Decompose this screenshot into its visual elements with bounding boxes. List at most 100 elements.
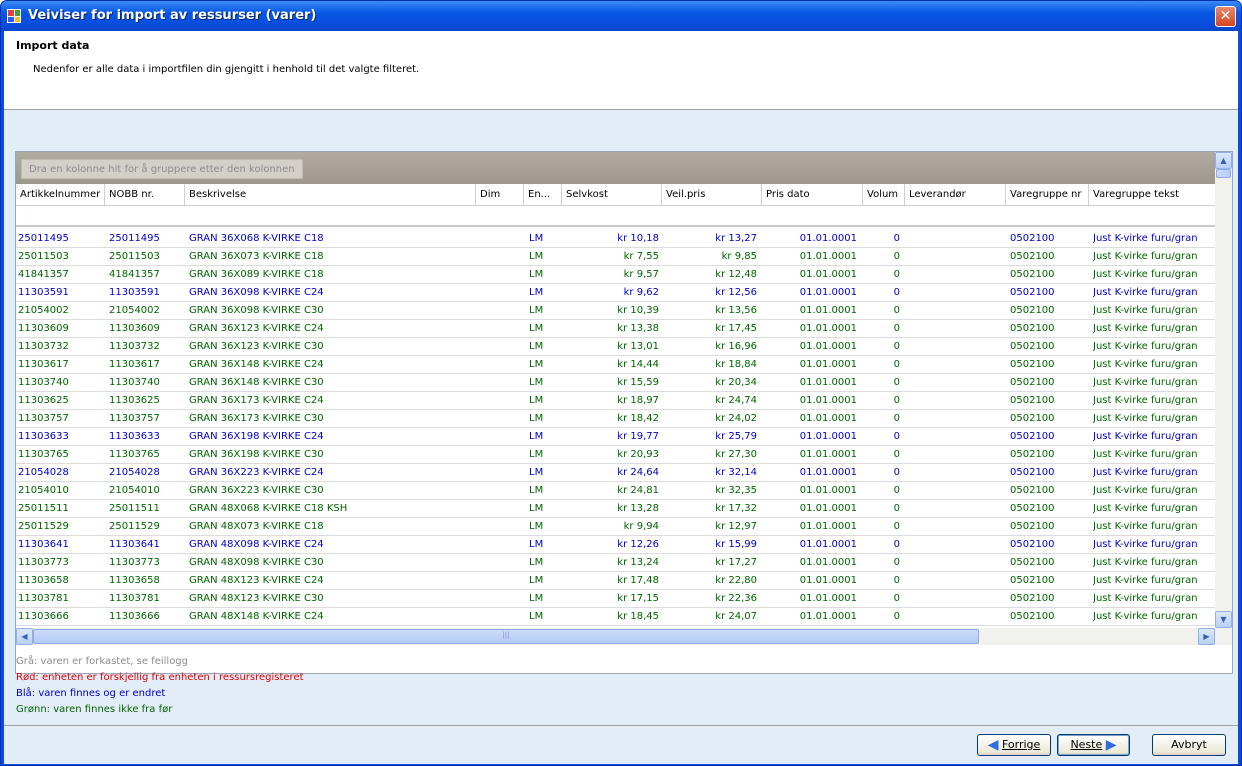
table-row[interactable]: 11303633 11303633 GRAN 36X198 K-VIRKE C24 L… <box>16 428 1215 446</box>
column-header[interactable]: Volum <box>863 184 905 206</box>
vertical-scroll-thumb[interactable] <box>1216 169 1231 178</box>
filter-row[interactable] <box>16 206 1215 227</box>
cell-prisdato: 01.01.0001 <box>799 521 857 532</box>
cell-varegruppe-nr: 0502100 <box>1010 287 1055 298</box>
table-row[interactable]: 21054002 21054002 GRAN 36X098 K-VIRKE C30 L… <box>16 302 1215 320</box>
table-row[interactable]: 11303658 11303658 GRAN 48X123 K-VIRKE C24 L… <box>16 572 1215 590</box>
table-row[interactable]: 25011529 25011529 GRAN 48X073 K-VIRKE C18 L… <box>16 518 1215 536</box>
table-row[interactable]: 11303773 11303773 GRAN 48X098 K-VIRKE C30 L… <box>16 554 1215 572</box>
cell-veilpris: kr 12,97 <box>715 521 757 532</box>
cell-volum: 0 <box>893 233 900 244</box>
cell-enhet: LM <box>529 539 544 550</box>
cell-beskrivelse: GRAN 48X068 K-VIRKE C18 KSH <box>189 503 348 514</box>
cell-veilpris: kr 12,56 <box>715 287 757 298</box>
cell-beskrivelse: GRAN 36X148 K-VIRKE C30 <box>189 377 324 388</box>
table-row[interactable]: 21054010 21054010 GRAN 36X223 K-VIRKE C30 L… <box>16 482 1215 500</box>
scroll-down-icon[interactable]: ▼ <box>1215 611 1232 628</box>
cell-selvkost: kr 13,24 <box>617 557 659 568</box>
column-header[interactable]: Leverandør <box>905 184 1006 206</box>
table-row[interactable]: 11303591 11303591 GRAN 36X098 K-VIRKE C24 L… <box>16 284 1215 302</box>
cell-veilpris: kr 22,36 <box>715 593 757 604</box>
column-header[interactable]: Varegruppe nr <box>1006 184 1089 206</box>
table-row[interactable]: 11303732 11303732 GRAN 36X123 K-VIRKE C30 L… <box>16 338 1215 356</box>
title-bar[interactable]: Veiviser for import av ressurser (varer)… <box>1 1 1241 31</box>
page-description: Nedenfor er alle data i importfilen din … <box>33 64 420 75</box>
cell-beskrivelse: GRAN 36X198 K-VIRKE C24 <box>189 431 324 442</box>
table-row[interactable]: 11303666 11303666 GRAN 48X148 K-VIRKE C24 L… <box>16 608 1215 626</box>
scroll-right-icon[interactable]: ▶ <box>1198 628 1215 645</box>
cell-selvkost: kr 19,77 <box>617 431 659 442</box>
table-row[interactable]: 11303609 11303609 GRAN 36X123 K-VIRKE C24 L… <box>16 320 1215 338</box>
cell-volum: 0 <box>893 377 900 388</box>
vertical-scrollbar[interactable]: ▲ ▼ <box>1215 152 1232 628</box>
scroll-left-icon[interactable]: ◀ <box>16 628 33 645</box>
column-header[interactable]: NOBB nr. <box>105 184 185 206</box>
table-row[interactable]: 11303765 11303765 GRAN 36X198 K-VIRKE C30 L… <box>16 446 1215 464</box>
horizontal-scroll-thumb[interactable]: ||| <box>33 629 979 644</box>
cell-selvkost: kr 15,59 <box>617 377 659 388</box>
cell-selvkost: kr 18,42 <box>617 413 659 424</box>
table-row[interactable]: 11303781 11303781 GRAN 48X123 K-VIRKE C30 L… <box>16 590 1215 608</box>
table-row[interactable]: 41841357 41841357 GRAN 36X089 K-VIRKE C18 L… <box>16 266 1215 284</box>
cell-enhet: LM <box>529 557 544 568</box>
cell-beskrivelse: GRAN 48X148 K-VIRKE C24 <box>189 611 324 622</box>
cell-selvkost: kr 18,97 <box>617 395 659 406</box>
cancel-button[interactable]: Avbryt <box>1152 734 1226 756</box>
table-row[interactable]: 25011511 25011511 GRAN 48X068 K-VIRKE C18 … <box>16 500 1215 518</box>
cell-artikkelnummer: 25011529 <box>18 521 69 532</box>
table-row[interactable]: 11303617 11303617 GRAN 36X148 K-VIRKE C24 L… <box>16 356 1215 374</box>
cell-nobb: 25011511 <box>109 503 160 514</box>
cell-veilpris: kr 22,80 <box>715 575 757 586</box>
table-row[interactable]: 11303641 11303641 GRAN 48X098 K-VIRKE C24 L… <box>16 536 1215 554</box>
group-by-panel[interactable]: Dra en kolonne hit for å gruppere etter … <box>16 152 1215 184</box>
close-icon[interactable]: ✕ <box>1215 6 1236 27</box>
scroll-up-icon[interactable]: ▲ <box>1215 152 1232 169</box>
table-row[interactable]: 11303757 11303757 GRAN 36X173 K-VIRKE C30 L… <box>16 410 1215 428</box>
cell-volum: 0 <box>893 503 900 514</box>
cell-varegruppe-nr: 0502100 <box>1010 377 1055 388</box>
column-header[interactable]: Beskrivelse <box>185 184 476 206</box>
cell-varegruppe-tekst: Just K-virke furu/gran <box>1093 503 1198 514</box>
app-icon <box>7 9 21 23</box>
horizontal-scrollbar[interactable]: ◀ ||| ▶ <box>16 628 1215 645</box>
footer-divider <box>4 725 1238 726</box>
table-row[interactable]: 21054028 21054028 GRAN 36X223 K-VIRKE C24 L… <box>16 464 1215 482</box>
column-header[interactable]: Dim <box>476 184 524 206</box>
cell-volum: 0 <box>893 575 900 586</box>
cell-artikkelnummer: 21054010 <box>18 485 69 496</box>
cell-varegruppe-nr: 0502100 <box>1010 323 1055 334</box>
cell-varegruppe-nr: 0502100 <box>1010 395 1055 406</box>
column-header[interactable]: Veil.pris <box>662 184 762 206</box>
table-row[interactable]: 11303625 11303625 GRAN 36X173 K-VIRKE C24 L… <box>16 392 1215 410</box>
column-header[interactable]: Selvkost <box>562 184 662 206</box>
cell-volum: 0 <box>893 323 900 334</box>
column-header[interactable]: En... <box>524 184 562 206</box>
cell-beskrivelse: GRAN 36X173 K-VIRKE C30 <box>189 413 324 424</box>
column-header[interactable]: Pris dato <box>762 184 863 206</box>
table-row[interactable]: 25011495 25011495 GRAN 36X068 K-VIRKE C18 L… <box>16 230 1215 248</box>
cell-veilpris: kr 12,48 <box>715 269 757 280</box>
back-button[interactable]: ◀ Forrige <box>977 734 1051 756</box>
table-row[interactable]: 25011503 25011503 GRAN 36X073 K-VIRKE C18 L… <box>16 248 1215 266</box>
back-button-label: Forrige <box>1001 738 1041 751</box>
cell-volum: 0 <box>893 413 900 424</box>
cell-veilpris: kr 32,14 <box>715 467 757 478</box>
next-button[interactable]: Neste ▶ <box>1057 734 1130 756</box>
cell-nobb: 11303625 <box>109 395 160 406</box>
table-row[interactable]: 11303740 11303740 GRAN 36X148 K-VIRKE C30 L… <box>16 374 1215 392</box>
column-header[interactable]: Varegruppe tekst <box>1089 184 1215 206</box>
cell-varegruppe-nr: 0502100 <box>1010 269 1055 280</box>
column-header[interactable]: Artikkelnummer <box>16 184 105 206</box>
cell-selvkost: kr 20,93 <box>617 449 659 460</box>
cell-artikkelnummer: 11303740 <box>18 377 69 388</box>
cell-nobb: 11303658 <box>109 575 160 586</box>
cell-volum: 0 <box>893 611 900 622</box>
cell-enhet: LM <box>529 305 544 316</box>
cell-prisdato: 01.01.0001 <box>799 305 857 316</box>
cell-selvkost: kr 9,57 <box>623 269 659 280</box>
cell-selvkost: kr 17,15 <box>617 593 659 604</box>
cell-beskrivelse: GRAN 36X098 K-VIRKE C30 <box>189 305 324 316</box>
cell-selvkost: kr 17,48 <box>617 575 659 586</box>
cell-beskrivelse: GRAN 36X173 K-VIRKE C24 <box>189 395 324 406</box>
cell-varegruppe-nr: 0502100 <box>1010 521 1055 532</box>
